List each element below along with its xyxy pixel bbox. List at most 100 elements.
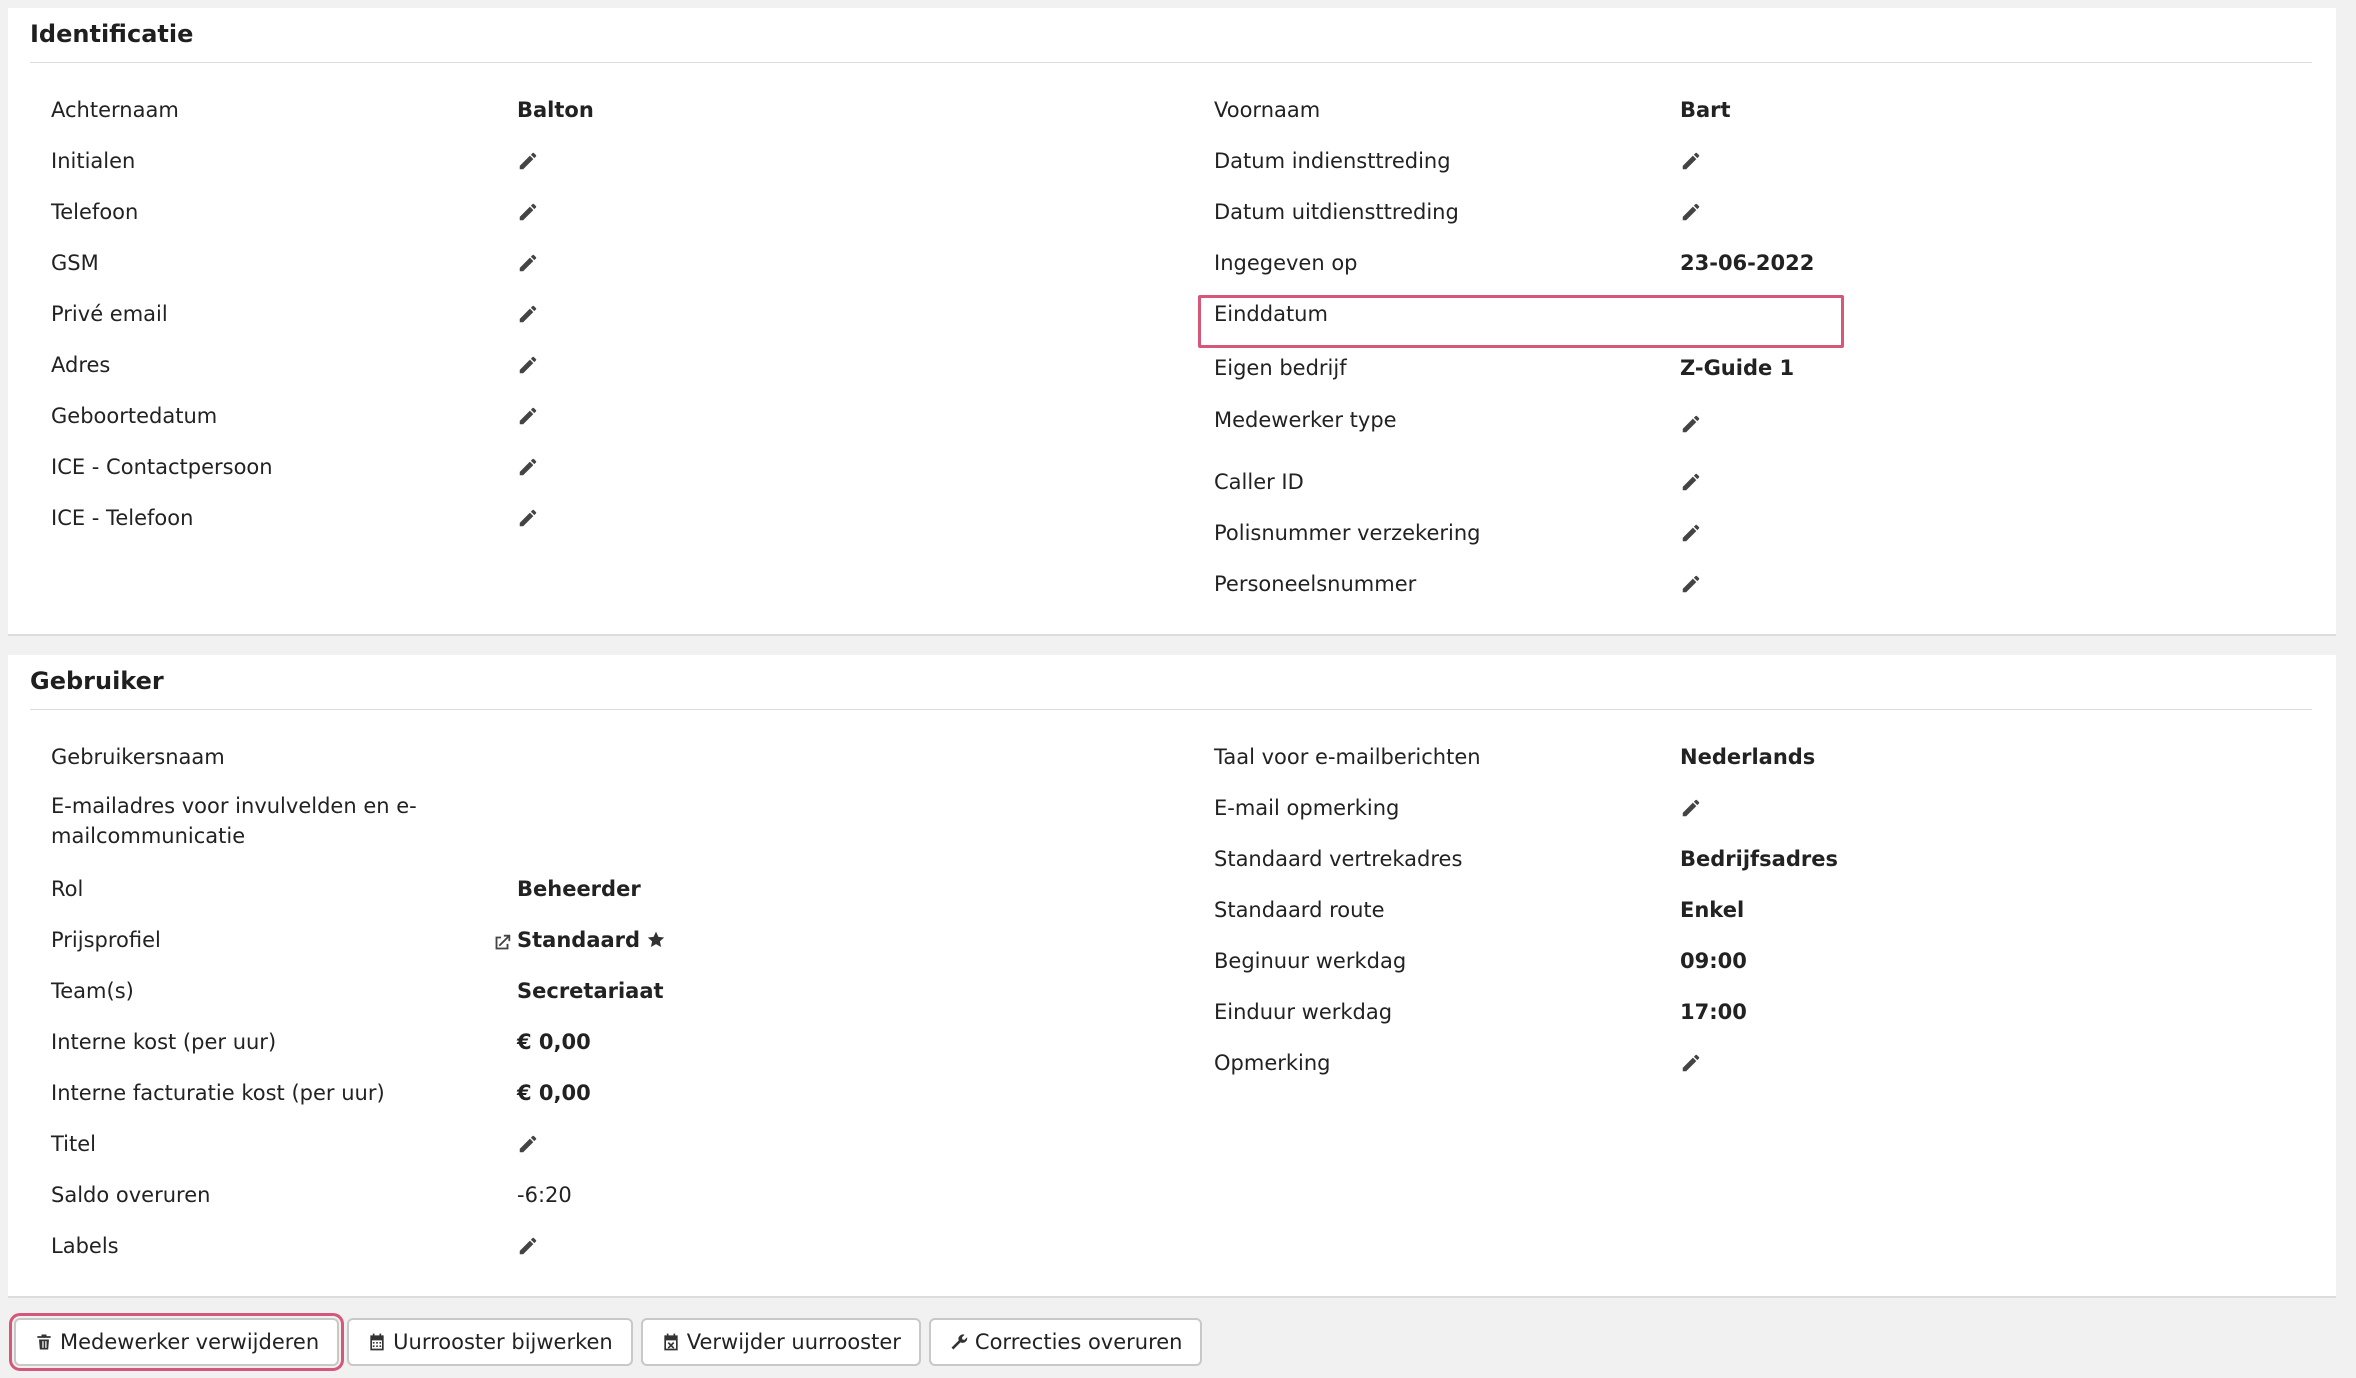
pencil-icon[interactable] — [517, 354, 539, 376]
field-label: Polisnummer verzekering — [1214, 521, 1481, 545]
field-value: Enkel — [1680, 898, 1745, 922]
field-email-opmerking: E-mail opmerking — [1214, 791, 2014, 825]
pencil-icon[interactable] — [517, 303, 539, 325]
prijsprofiel-value: Standaard — [517, 928, 641, 952]
field-gsm: GSM — [51, 246, 1171, 280]
field-prive-email: Privé email — [51, 297, 1171, 331]
divider — [30, 62, 2312, 63]
field-label-text: Prijsprofiel — [51, 928, 161, 952]
calendar-icon — [367, 1332, 387, 1352]
field-label: Personeelsnummer — [1214, 572, 1417, 596]
pencil-icon[interactable] — [1680, 201, 1702, 223]
update-schedule-button[interactable]: Uurrooster bijwerken — [347, 1318, 633, 1366]
pencil-icon[interactable] — [517, 1133, 539, 1155]
field-eigen-bedrijf: Eigen bedrijf Z-Guide 1 — [1214, 351, 2014, 385]
pencil-icon[interactable] — [517, 201, 539, 223]
pencil-icon[interactable] — [517, 405, 539, 427]
field-emailadres: E-mailadres voor invulvelden en e-mailco… — [51, 791, 1171, 855]
field-label: Achternaam — [51, 98, 179, 122]
action-toolbar: Medewerker verwijderen Uurrooster bijwer… — [8, 1313, 1203, 1371]
field-label: ICE - Telefoon — [51, 506, 194, 530]
gebruiker-title: Gebruiker — [30, 667, 164, 695]
field-label: Standaard route — [1214, 898, 1385, 922]
field-value: Z-Guide 1 — [1680, 356, 1795, 380]
pencil-icon[interactable] — [517, 150, 539, 172]
identificatie-card: Identificatie Achternaam Balton Initiale… — [8, 8, 2336, 636]
field-label: Team(s) — [51, 979, 134, 1003]
field-caller-id: Caller ID — [1214, 465, 2014, 499]
pencil-icon[interactable] — [1680, 797, 1702, 819]
field-standaard-route: Standaard route Enkel — [1214, 893, 2014, 927]
remove-schedule-button[interactable]: Verwijder uurrooster — [640, 1318, 921, 1366]
pencil-icon[interactable] — [517, 252, 539, 274]
field-label: Prijsprofiel — [51, 928, 517, 952]
pencil-icon[interactable] — [517, 1235, 539, 1257]
field-ice-contactpersoon: ICE - Contactpersoon — [51, 450, 1171, 484]
calendar-x-icon — [661, 1332, 681, 1352]
field-ingegeven-op: Ingegeven op 23-06-2022 — [1214, 246, 2014, 280]
pencil-icon[interactable] — [517, 456, 539, 478]
overtime-corrections-label: Correcties overuren — [974, 1330, 1183, 1354]
wrench-icon — [949, 1332, 969, 1352]
field-label: Taal voor e-mailberichten — [1214, 745, 1481, 769]
field-datum-indiensttreding: Datum indiensttreding — [1214, 144, 2014, 178]
pencil-icon[interactable] — [1680, 413, 1702, 435]
field-label: Datum indiensttreding — [1214, 149, 1451, 173]
field-label: Adres — [51, 353, 111, 377]
field-label: Gebruikersnaam — [51, 745, 225, 769]
field-label: Standaard vertrekadres — [1214, 847, 1463, 871]
field-teams: Team(s) Secretariaat — [51, 974, 1171, 1008]
field-initialen: Initialen — [51, 144, 1171, 178]
field-prijsprofiel: Prijsprofiel Standaard — [51, 923, 1171, 957]
field-medewerker-type: Medewerker type — [1214, 403, 2014, 437]
field-value: Secretariaat — [517, 979, 664, 1003]
pencil-icon[interactable] — [1680, 522, 1702, 544]
remove-schedule-label: Verwijder uurrooster — [686, 1330, 901, 1354]
field-label: Labels — [51, 1234, 119, 1258]
field-datum-uitdiensttreding: Datum uitdiensttreding — [1214, 195, 2014, 229]
pencil-icon[interactable] — [1680, 573, 1702, 595]
field-value: 17:00 — [1680, 1000, 1747, 1024]
field-einduur-werkdag: Einduur werkdag 17:00 — [1214, 995, 2014, 1029]
pencil-icon[interactable] — [1680, 471, 1702, 493]
field-label: Voornaam — [1214, 98, 1321, 122]
field-value: Standaard — [517, 928, 666, 952]
star-icon — [646, 930, 666, 950]
field-label: Telefoon — [51, 200, 139, 224]
field-rol: Rol Beheerder — [51, 872, 1171, 906]
delete-employee-button[interactable]: Medewerker verwijderen — [8, 1313, 345, 1371]
delete-employee-label: Medewerker verwijderen — [60, 1330, 320, 1354]
field-taal-emailberichten: Taal voor e-mailberichten Nederlands — [1214, 740, 2014, 774]
field-labels: Labels — [51, 1229, 1171, 1263]
external-link-icon[interactable] — [491, 932, 513, 954]
field-interne-kost: Interne kost (per uur) € 0,00 — [51, 1025, 1171, 1059]
field-label: E-mailadres voor invulvelden en e-mailco… — [51, 794, 417, 848]
field-value: Balton — [517, 98, 594, 122]
pencil-icon[interactable] — [1680, 150, 1702, 172]
field-label: Titel — [51, 1132, 97, 1156]
field-label: Saldo overuren — [51, 1183, 211, 1207]
field-label: Interne kost (per uur) — [51, 1030, 277, 1054]
field-value: Bart — [1680, 98, 1731, 122]
field-opmerking: Opmerking — [1214, 1046, 2014, 1080]
field-label: Einduur werkdag — [1214, 1000, 1393, 1024]
field-interne-facturatie-kost: Interne facturatie kost (per uur) € 0,00 — [51, 1076, 1171, 1110]
gebruiker-card: Gebruiker Gebruikersnaam E-mailadres voo… — [8, 655, 2336, 1298]
field-label: Caller ID — [1214, 470, 1304, 494]
pencil-icon[interactable] — [517, 507, 539, 529]
field-telefoon: Telefoon — [51, 195, 1171, 229]
divider — [30, 709, 2312, 710]
field-value: -6:20 — [517, 1183, 572, 1207]
field-value: € 0,00 — [517, 1030, 591, 1054]
field-titel: Titel — [51, 1127, 1171, 1161]
field-beginuur-werkdag: Beginuur werkdag 09:00 — [1214, 944, 2014, 978]
trash-icon — [34, 1332, 54, 1352]
field-value: Beheerder — [517, 877, 641, 901]
field-label: Medewerker type — [1214, 408, 1397, 432]
field-label: Initialen — [51, 149, 136, 173]
field-value: Bedrijfsadres — [1680, 847, 1838, 871]
field-achternaam: Achternaam Balton — [51, 93, 1171, 127]
overtime-corrections-button[interactable]: Correcties overuren — [928, 1318, 1203, 1366]
pencil-icon[interactable] — [1680, 1052, 1702, 1074]
field-saldo-overuren: Saldo overuren -6:20 — [51, 1178, 1171, 1212]
